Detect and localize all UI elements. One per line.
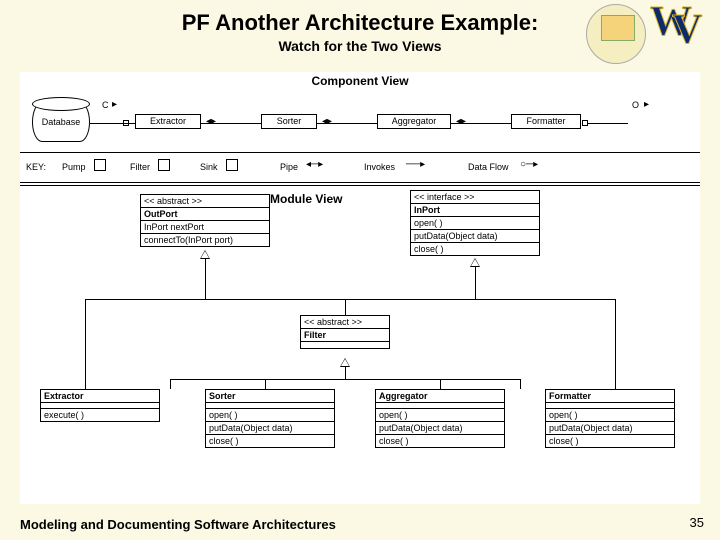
formatter-name: Formatter xyxy=(546,390,674,403)
sorter-class: Sorter open( ) putData(Object data) clos… xyxy=(205,389,335,448)
filter-stereo: << abstract >> xyxy=(301,316,389,329)
filter-name: Filter xyxy=(301,329,389,342)
aggregator-class: Aggregator open( ) putData(Object data) … xyxy=(375,389,505,448)
pipe-icon: ◂─▸ xyxy=(306,159,323,170)
cairo-univ-logo xyxy=(586,4,646,64)
sink-icon xyxy=(226,159,238,171)
key-label: KEY: xyxy=(26,162,46,172)
key-sink: Sink xyxy=(200,162,218,172)
c-marker: C xyxy=(102,100,109,110)
component-view-label: Component View xyxy=(20,74,700,88)
extractor-class: Extractor execute( ) xyxy=(40,389,160,422)
arrow-icon: ◂▸ xyxy=(456,116,466,127)
sorter-m3: close( ) xyxy=(206,435,334,447)
sorter-node: Sorter xyxy=(261,114,317,129)
inport-stereo: << interface >> xyxy=(411,191,539,204)
key-invokes: Invokes xyxy=(364,162,395,172)
footer-text: Modeling and Documenting Software Archit… xyxy=(20,517,336,532)
database-icon: Database xyxy=(32,102,90,142)
key-dataflow: Data Flow xyxy=(468,162,509,172)
database-label: Database xyxy=(42,117,81,127)
invokes-icon: ──▸ xyxy=(406,159,425,170)
inherit-icon xyxy=(470,258,480,267)
formatter-m3: close( ) xyxy=(546,435,674,447)
arrow-icon: ◂▸ xyxy=(206,116,216,127)
inport-class: << interface >> InPort open( ) putData(O… xyxy=(410,190,540,256)
filter-icon xyxy=(158,159,170,171)
extractor-name: Extractor xyxy=(41,390,159,403)
o-marker: O xyxy=(632,100,639,110)
formatter-m2: putData(Object data) xyxy=(546,422,674,435)
sorter-m1: open( ) xyxy=(206,409,334,422)
inport-m1: open( ) xyxy=(411,217,539,230)
formatter-m1: open( ) xyxy=(546,409,674,422)
aggregator-m1: open( ) xyxy=(376,409,504,422)
wvu-logo: WV xyxy=(650,4,716,48)
arrow-icon: ▸ xyxy=(112,99,117,110)
filter-class: << abstract >> Filter xyxy=(300,315,390,349)
outport-m2: connectTo(InPort port) xyxy=(141,234,269,246)
inport-name: InPort xyxy=(411,204,539,217)
arrow-icon: ◂▸ xyxy=(322,116,332,127)
inherit-icon xyxy=(340,358,350,367)
outport-class: << abstract >> OutPort InPort nextPort c… xyxy=(140,194,270,247)
sorter-m2: putData(Object data) xyxy=(206,422,334,435)
sorter-name: Sorter xyxy=(206,390,334,403)
outport-stereo: << abstract >> xyxy=(141,195,269,208)
inport-m2: putData(Object data) xyxy=(411,230,539,243)
inherit-icon xyxy=(200,250,210,259)
pump-icon xyxy=(94,159,106,171)
dataflow-icon: ○─▸ xyxy=(520,159,538,170)
module-view-label: Module View xyxy=(270,192,342,206)
diagram-area: Component View Database C ▸ Extractor ◂▸… xyxy=(20,72,700,504)
extractor-node: Extractor xyxy=(135,114,201,129)
page-number: 35 xyxy=(690,515,704,530)
key-pump: Pump xyxy=(62,162,86,172)
aggregator-m2: putData(Object data) xyxy=(376,422,504,435)
arrow-icon: ▸ xyxy=(644,99,649,110)
aggregator-m3: close( ) xyxy=(376,435,504,447)
aggregator-node: Aggregator xyxy=(377,114,451,129)
aggregator-name: Aggregator xyxy=(376,390,504,403)
key-filter: Filter xyxy=(130,162,150,172)
formatter-class: Formatter open( ) putData(Object data) c… xyxy=(545,389,675,448)
outport-m1: InPort nextPort xyxy=(141,221,269,234)
key-pipe: Pipe xyxy=(280,162,298,172)
extractor-m1: execute( ) xyxy=(41,409,159,421)
inport-m3: close( ) xyxy=(411,243,539,255)
outport-name: OutPort xyxy=(141,208,269,221)
formatter-node: Formatter xyxy=(511,114,581,129)
